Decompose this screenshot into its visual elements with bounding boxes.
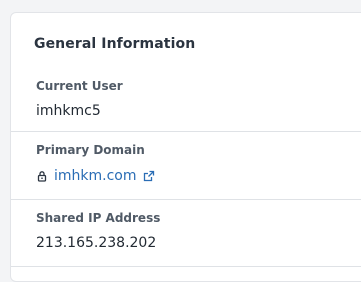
external-link-icon[interactable]: [143, 170, 155, 182]
primary-domain-link[interactable]: imhkm.com: [54, 168, 137, 184]
lock-icon: [36, 170, 48, 182]
shared-ip-value: 213.165.238.202: [36, 235, 157, 251]
divider: [11, 199, 361, 200]
shared-ip-label: Shared IP Address: [36, 211, 161, 225]
card-title: General Information: [34, 36, 196, 52]
current-user-value: imhkmc5: [36, 103, 101, 119]
current-user-label: Current User: [36, 79, 123, 93]
divider: [11, 266, 361, 267]
primary-domain-label: Primary Domain: [36, 143, 145, 157]
general-information-card: General Information Current User imhkmc5…: [10, 12, 361, 282]
primary-domain-row: imhkm.com: [36, 168, 155, 184]
divider: [11, 131, 361, 132]
